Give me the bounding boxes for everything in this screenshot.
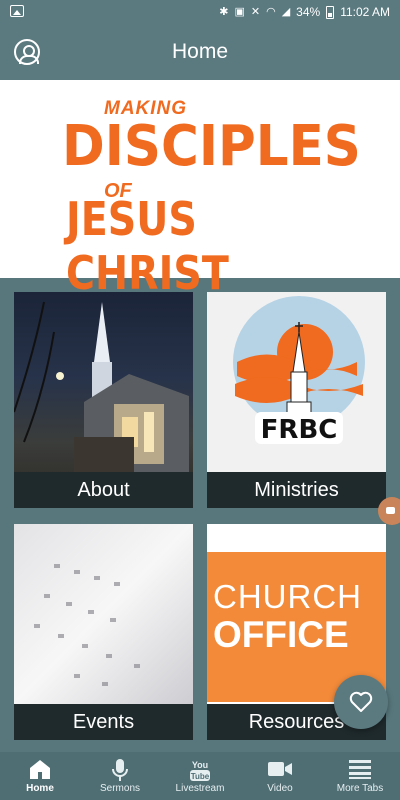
svg-text:You: You: [192, 760, 208, 770]
mute-icon: ✕: [250, 6, 261, 18]
nav-sermons[interactable]: Sermons: [80, 752, 160, 800]
clock: 11:02 AM: [340, 5, 390, 19]
status-bar: ✱ ▣ ✕ ◠ ◢ 34% 11:02 AM: [0, 0, 400, 24]
nav-video-label: Video: [267, 783, 293, 794]
svg-text:Tube: Tube: [191, 772, 210, 781]
tile-about[interactable]: About: [14, 292, 193, 508]
video-chat-icon[interactable]: [378, 497, 400, 525]
banner-line-disciples: DISCIPLES: [62, 114, 361, 179]
nfc-icon: ▣: [234, 6, 245, 18]
battery-percent: 34%: [296, 5, 321, 19]
hero-banner: MAKING DISCIPLES OF JESUS CHRIST: [0, 80, 400, 300]
wifi-icon: ◠: [266, 6, 276, 18]
menu-icon: [349, 760, 371, 779]
tile-events-label: Events: [14, 704, 193, 740]
calendar-photo: [14, 524, 193, 704]
bottom-nav: Home Sermons You Tube Livestream Video Mo…: [0, 752, 400, 800]
church-photo: [14, 301, 189, 472]
nav-home[interactable]: Home: [0, 752, 80, 800]
app-bar: Home: [0, 24, 400, 80]
nav-livestream[interactable]: You Tube Livestream: [160, 752, 240, 800]
church-office-word-2: OFFICE: [213, 614, 349, 655]
home-icon: [30, 760, 50, 779]
microphone-icon: [112, 759, 128, 781]
nav-more-tabs-label: More Tabs: [336, 783, 384, 794]
video-camera-icon: [268, 762, 292, 776]
favorite-button[interactable]: [334, 675, 388, 729]
bluetooth-icon: ✱: [219, 6, 229, 18]
frbc-logo-text: FRBC: [261, 415, 338, 445]
banner-line-jesus-christ: JESUS CHRIST: [66, 192, 229, 300]
nav-more-tabs[interactable]: More Tabs: [320, 752, 400, 800]
nav-video[interactable]: Video: [240, 752, 320, 800]
church-office-word-1: CHURCH: [213, 578, 362, 615]
nav-livestream-label: Livestream: [175, 783, 225, 794]
tile-ministries[interactable]: FRBC Ministries: [207, 292, 386, 508]
frbc-logo: FRBC: [233, 296, 365, 445]
tile-about-label: About: [14, 472, 193, 508]
page-title: Home: [171, 40, 229, 63]
image-notification-icon: [10, 5, 24, 17]
tile-events[interactable]: Events: [14, 524, 193, 740]
battery-icon: [326, 5, 335, 19]
youtube-icon: You Tube: [190, 760, 210, 781]
nav-sermons-label: Sermons: [99, 783, 140, 794]
heart-icon: [349, 691, 373, 712]
tile-ministries-label: Ministries: [207, 472, 386, 508]
nav-home-label: Home: [26, 783, 54, 794]
signal-icon: ◢: [281, 6, 291, 18]
status-icons: ✱ ▣ ✕ ◠ ◢ 34% 11:02 AM: [219, 4, 390, 20]
